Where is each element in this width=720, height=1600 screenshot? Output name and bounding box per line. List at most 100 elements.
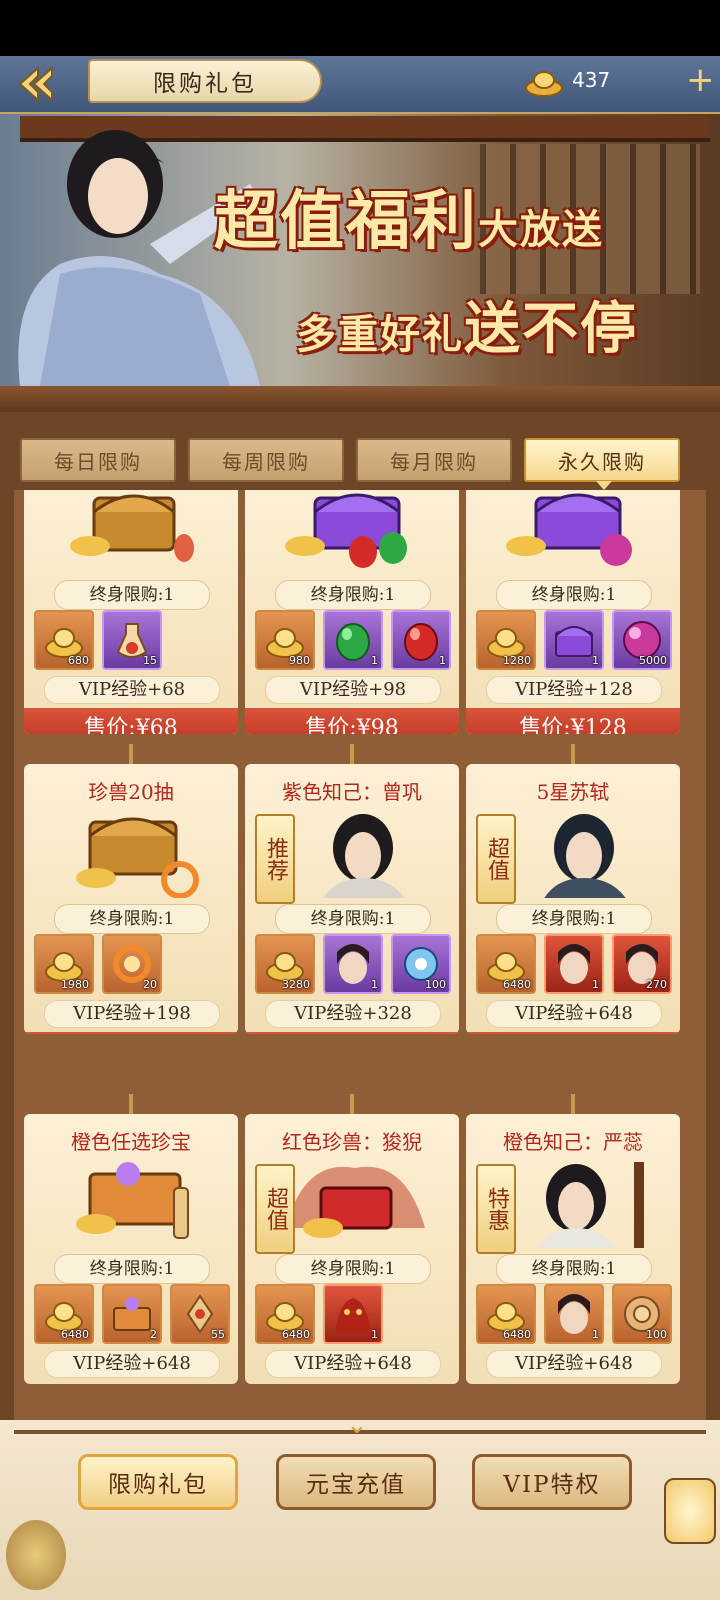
pack-vip-exp: VIP经验+648 <box>486 1350 662 1378</box>
pack-vip-exp: VIP经验+648 <box>44 1350 220 1378</box>
reward-item[interactable]: 680 <box>34 610 94 670</box>
pack-card[interactable]: 红色珍兽：狻猊 超值 终身限购:1 6480 1 VIP经验+648 <box>245 1114 459 1384</box>
pack-art <box>76 1162 189 1239</box>
pack-art <box>285 493 407 568</box>
pack-card[interactable]: 终身限购:1 1280 1 5000 VIP经验+128 售价:¥128 <box>466 490 680 734</box>
reward-item[interactable]: 2 <box>102 1284 162 1344</box>
card-hanger <box>350 744 354 766</box>
pack-items: 680 15 <box>34 610 234 672</box>
reward-count: 6480 <box>282 1328 310 1341</box>
reward-item[interactable]: 1 <box>323 610 383 670</box>
pack-items: 6480 1 100 <box>476 1284 676 1346</box>
reward-count: 3280 <box>282 978 310 991</box>
banner-subline: 多重好礼送不停 <box>296 296 638 362</box>
reward-item[interactable]: 1 <box>323 1284 383 1344</box>
frame-beam <box>0 386 720 412</box>
back-button[interactable] <box>8 60 62 108</box>
card-hanger <box>350 1094 354 1116</box>
gold-count: 437 <box>572 68 611 92</box>
purple-chest-icon <box>555 626 593 657</box>
pack-card[interactable]: 橙色任选珍宝 终身限购:1 6480 2 55 VIP经验+648 <box>24 1114 238 1384</box>
green-gem-icon <box>336 623 370 661</box>
pack-price-button[interactable]: 售价:¥198 <box>24 1032 238 1034</box>
pack-badge: 超值 <box>255 1164 295 1254</box>
reward-count: 1 <box>592 978 599 991</box>
add-gold-button[interactable]: + <box>686 60 715 100</box>
reward-item[interactable]: 5000 <box>612 610 672 670</box>
pack-title: 橙色知己：严蕊 <box>503 1130 643 1154</box>
reward-count: 1 <box>371 978 378 991</box>
reward-item[interactable]: 20 <box>102 934 162 994</box>
pack-badge: 超值 <box>476 814 516 904</box>
tab-daily[interactable]: 每日限购 <box>20 438 176 482</box>
banner-subline-small: 多重好礼 <box>296 311 464 358</box>
pack-art <box>506 493 632 566</box>
reward-item[interactable]: 3280 <box>255 934 315 994</box>
tab-monthly[interactable]: 每月限购 <box>356 438 512 482</box>
tab-permanent[interactable]: 永久限购 <box>524 438 680 490</box>
promo-banner: 超值福利大放送 多重好礼送不停 <box>0 114 720 386</box>
gold-ingot-icon <box>525 71 563 97</box>
reward-item[interactable]: 1 <box>544 934 604 994</box>
tab-bar: 每日限购 每周限购 每月限购 永久限购 <box>20 438 700 490</box>
pack-grid: 终身限购:1 680 15 VIP经验+68 售价:¥68 终身限购:1 980 1 … <box>14 490 706 1430</box>
reward-count: 100 <box>646 1328 667 1341</box>
reward-count: 680 <box>68 654 89 667</box>
reward-item[interactable]: 55 <box>170 1284 230 1344</box>
reward-item[interactable]: 15 <box>102 610 162 670</box>
pack-card[interactable]: 紫色知己：曾巩推荐终身限购:1 3280 1 100 VIP经验+328 售价:¥3… <box>245 764 459 1034</box>
reward-item[interactable]: 100 <box>612 1284 672 1344</box>
reward-count: 6480 <box>61 1328 89 1341</box>
scroll-down-icon[interactable]: ⌄ <box>346 1410 368 1440</box>
reward-item[interactable]: 100 <box>391 934 451 994</box>
reward-item[interactable]: 6480 <box>255 1284 315 1344</box>
reward-item[interactable]: 1 <box>544 610 604 670</box>
pack-limit-label: 终身限购:1 <box>496 1254 652 1284</box>
reward-count: 270 <box>646 978 667 991</box>
reward-item[interactable]: 6480 <box>476 934 536 994</box>
back-arrow-icon <box>18 65 53 103</box>
banner-headline: 超值福利大放送 <box>214 184 604 259</box>
pack-price-button[interactable]: 售价:¥648 <box>466 1032 680 1034</box>
header-bar: 限购礼包 437 + <box>0 56 720 115</box>
pack-card[interactable]: 终身限购:1 680 15 VIP经验+68 售价:¥68 <box>24 490 238 734</box>
lantern-icon <box>664 1478 716 1544</box>
card-hanger <box>129 1094 133 1116</box>
pack-vip-exp: VIP经验+98 <box>265 676 441 704</box>
reward-item[interactable]: 1 <box>544 1284 604 1344</box>
reward-count: 1 <box>439 654 446 667</box>
red-gem-icon <box>404 623 438 661</box>
reward-count: 6480 <box>503 978 531 991</box>
pack-price-button[interactable]: 售价:¥128 <box>466 708 680 734</box>
pack-title: 珍兽20抽 <box>88 780 174 804</box>
pack-card[interactable]: 珍兽20抽终身限购:1 1980 20 VIP经验+198 售价:¥198 <box>24 764 238 1034</box>
reward-item[interactable]: 980 <box>255 610 315 670</box>
pack-badge: 推荐 <box>255 814 295 904</box>
pack-title: 红色珍兽：狻猊 <box>282 1130 422 1154</box>
pack-price-button[interactable]: 售价:¥98 <box>245 708 459 734</box>
nav-limited-packs-button[interactable]: 限购礼包 <box>78 1454 238 1510</box>
nav-vip-button[interactable]: VIP特权 <box>472 1454 632 1510</box>
reward-count: 100 <box>425 978 446 991</box>
pack-card[interactable]: 终身限购:1 980 1 1 VIP经验+98 售价:¥98 <box>245 490 459 734</box>
reward-count: 6480 <box>503 1328 531 1341</box>
reward-item[interactable]: 1980 <box>34 934 94 994</box>
pack-price-button[interactable]: 售价:¥68 <box>24 708 238 734</box>
pack-card[interactable]: 橙色知己：严蕊 特惠 终身限购:1 6480 1 100 VIP经验+648 <box>466 1114 680 1384</box>
pack-limit-label: 终身限购:1 <box>54 580 210 610</box>
reward-item[interactable]: 6480 <box>476 1284 536 1344</box>
reward-item[interactable]: 270 <box>612 934 672 994</box>
portrait-icon <box>558 1294 590 1334</box>
pack-items: 3280 1 100 <box>255 934 455 996</box>
pack-card[interactable]: 5星苏轼超值终身限购:1 6480 1 270 VIP经验+648 售价:¥648 <box>466 764 680 1034</box>
reward-item[interactable]: 1280 <box>476 610 536 670</box>
reward-count: 20 <box>143 978 157 991</box>
reward-item[interactable]: 6480 <box>34 1284 94 1344</box>
pack-vip-exp: VIP经验+648 <box>486 1000 662 1028</box>
pack-limit-label: 终身限购:1 <box>496 904 652 934</box>
nav-recharge-button[interactable]: 元宝充值 <box>276 1454 436 1510</box>
pack-price-button[interactable]: 售价:¥328 <box>245 1032 459 1034</box>
reward-item[interactable]: 1 <box>391 610 451 670</box>
tab-weekly[interactable]: 每周限购 <box>188 438 344 482</box>
reward-item[interactable]: 1 <box>323 934 383 994</box>
